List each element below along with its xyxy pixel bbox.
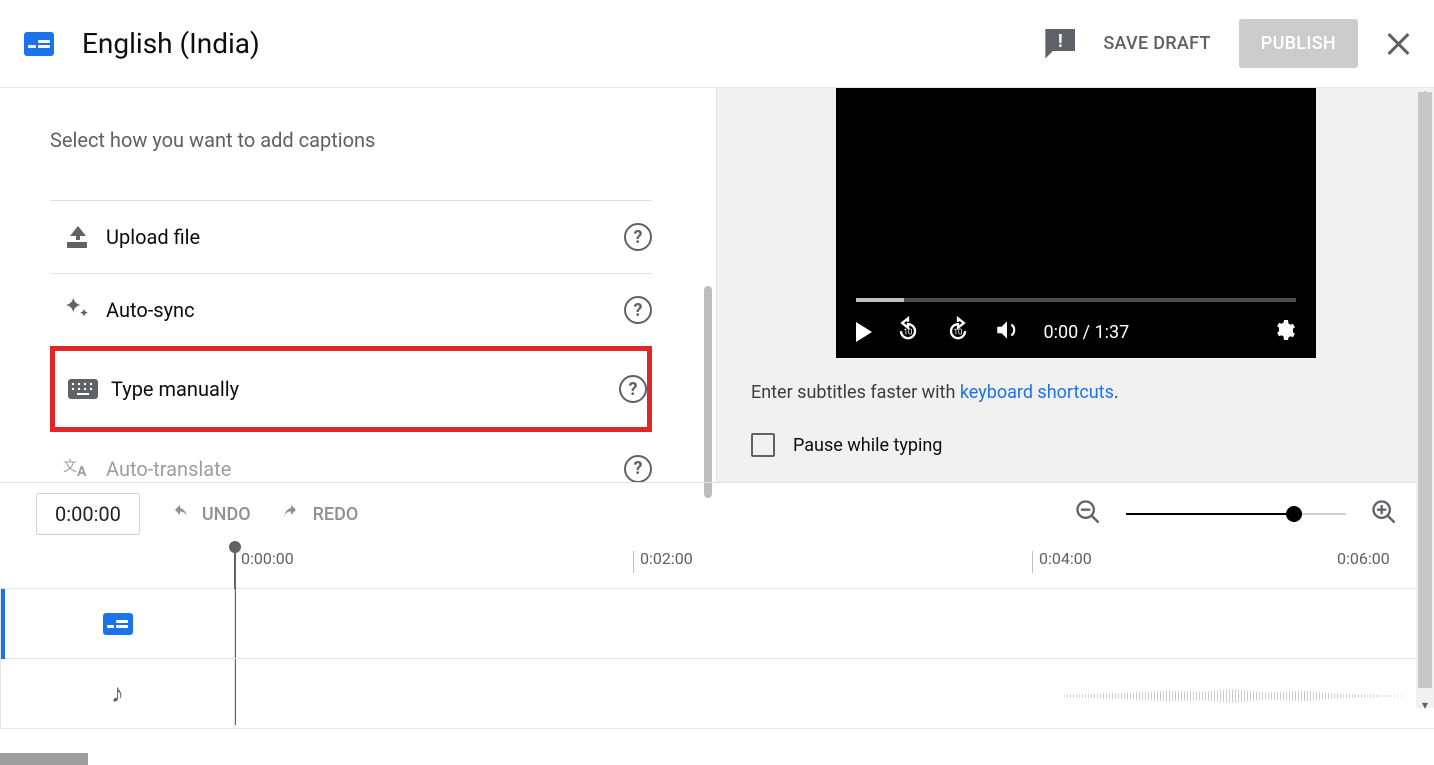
option-label: Auto-sync — [106, 298, 195, 322]
language-title: English (India) — [82, 27, 260, 60]
feedback-icon[interactable]: ! — [1045, 29, 1075, 59]
caption-option-list: Upload file ? Auto-sync ? Type manually … — [50, 200, 652, 505]
timeline-tracks: ♪ — [0, 589, 1434, 729]
tip-prefix: Enter subtitles faster with — [751, 382, 960, 403]
caption-prompt: Select how you want to add captions — [50, 128, 676, 152]
option-type-manually[interactable]: Type manually ? — [50, 346, 652, 432]
audio-track-head[interactable]: ♪ — [1, 659, 235, 728]
settings-icon[interactable] — [1272, 318, 1296, 346]
pause-while-typing-label: Pause while typing — [793, 435, 942, 456]
pause-while-typing-checkbox[interactable] — [751, 433, 775, 457]
timeline-zoom — [1074, 498, 1398, 530]
video-progress-track[interactable] — [856, 298, 1296, 302]
option-auto-sync[interactable]: Auto-sync ? — [50, 273, 652, 346]
pause-while-typing-row: Pause while typing — [717, 415, 1434, 475]
volume-icon[interactable] — [994, 317, 1020, 347]
zoom-slider[interactable] — [1126, 513, 1346, 515]
tip-suffix: . — [1114, 382, 1119, 403]
redo-button[interactable]: REDO — [279, 504, 359, 525]
option-label: Type manually — [111, 377, 239, 401]
header: English (India) ! SAVE DRAFT PUBLISH — [0, 0, 1434, 88]
timeline-toolbar: 0:00:00 UNDO REDO — [0, 483, 1434, 545]
header-left: English (India) — [24, 27, 260, 60]
music-note-icon: ♪ — [111, 678, 124, 709]
timeline-current-time[interactable]: 0:00:00 — [36, 493, 140, 535]
caption-track-head[interactable] — [1, 589, 235, 658]
video-time: 0:00 / 1:37 — [1044, 322, 1130, 343]
preview-pane: 10 10 0:00 / 1:37 Enter subtitles faster… — [716, 88, 1434, 482]
svg-text:10: 10 — [903, 327, 913, 337]
video-progress-loaded — [856, 298, 904, 302]
help-icon[interactable]: ? — [624, 296, 652, 324]
timeline-tick: 0:02:00 — [633, 551, 634, 573]
keyboard-icon — [55, 379, 111, 399]
timeline-ruler[interactable]: 0:00:00 0:02:00 0:04:00 0:06:00 — [0, 545, 1434, 589]
captions-icon — [103, 613, 133, 635]
publish-button[interactable]: PUBLISH — [1239, 19, 1358, 68]
caption-method-pane: Select how you want to add captions Uplo… — [0, 88, 716, 482]
left-scrollbar[interactable] — [704, 286, 712, 498]
help-icon[interactable]: ? — [624, 455, 652, 483]
svg-text:10: 10 — [953, 327, 963, 337]
page-scrollbar[interactable]: ▴ ▾ — [1416, 88, 1434, 708]
redo-label: REDO — [313, 504, 359, 525]
option-label: Auto-translate — [106, 457, 231, 481]
help-icon[interactable]: ? — [624, 223, 652, 251]
forward-10-icon[interactable]: 10 — [944, 316, 972, 348]
timeline-tick: 0:04:00 — [1032, 551, 1033, 573]
header-actions: ! SAVE DRAFT PUBLISH — [1045, 19, 1410, 68]
sparkle-icon — [50, 298, 106, 322]
play-icon[interactable] — [856, 322, 872, 342]
option-label: Upload file — [106, 225, 200, 249]
option-upload-file[interactable]: Upload file ? — [50, 200, 652, 273]
upload-icon — [50, 226, 106, 248]
zoom-out-icon[interactable] — [1074, 498, 1102, 530]
undo-button[interactable]: UNDO — [168, 504, 251, 525]
timeline-section: 0:00:00 UNDO REDO 0:00:00 0:02:00 0:04:0… — [0, 482, 1434, 765]
scroll-down-arrow[interactable]: ▾ — [1419, 698, 1431, 710]
save-draft-button[interactable]: SAVE DRAFT — [1103, 33, 1210, 54]
scrollbar-thumb[interactable] — [1418, 92, 1432, 688]
caption-track-row[interactable] — [1, 589, 1434, 659]
help-icon[interactable]: ? — [619, 375, 647, 403]
subtitle-tip: Enter subtitles faster with keyboard sho… — [717, 358, 1434, 415]
horizontal-scrollbar[interactable] — [0, 753, 88, 765]
video-player[interactable]: 10 10 0:00 / 1:37 — [836, 88, 1316, 358]
translate-icon — [50, 458, 106, 480]
close-icon[interactable] — [1386, 32, 1410, 56]
replay-10-icon[interactable]: 10 — [894, 316, 922, 348]
video-controls: 10 10 0:00 / 1:37 — [836, 306, 1316, 358]
zoom-in-icon[interactable] — [1370, 498, 1398, 530]
main: Select how you want to add captions Uplo… — [0, 88, 1434, 482]
keyboard-shortcuts-link[interactable]: keyboard shortcuts — [960, 382, 1114, 403]
undo-label: UNDO — [202, 504, 251, 525]
captions-icon — [24, 32, 54, 56]
